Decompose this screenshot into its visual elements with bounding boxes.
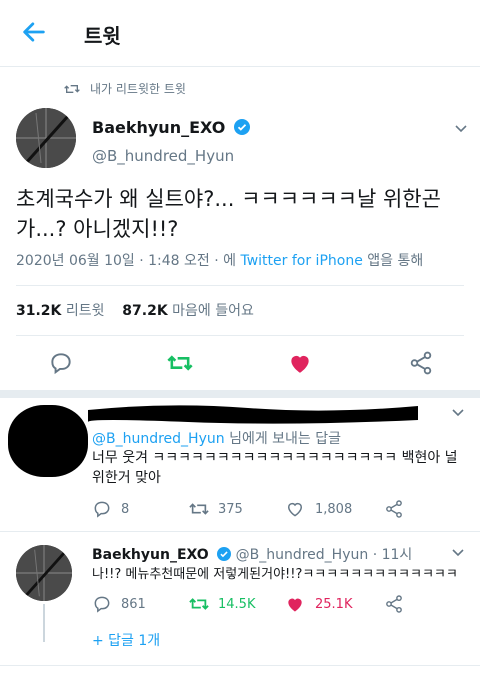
share-icon[interactable] [384, 499, 404, 519]
divider [0, 665, 480, 666]
retweet-count: 14.5K [218, 597, 256, 612]
reply-text: 너무 웃겨 ㅋㅋㅋㅋㅋㅋㅋㅋㅋㅋㅋㅋㅋㅋㅋㅋㅋㅋㅋ 백현아 널 위한거 맞아 [92, 450, 458, 486]
author-name: Baekhyun_EXO [92, 118, 226, 137]
retweet-icon[interactable] [166, 350, 194, 376]
heart-icon[interactable] [285, 594, 305, 614]
retweet-context[interactable]: 내가 리트윗한 트윗 [64, 80, 186, 97]
heart-icon[interactable] [287, 350, 313, 376]
reply-icon[interactable] [48, 350, 74, 376]
reply-count: 8 [121, 502, 130, 517]
heart-icon[interactable] [285, 499, 305, 519]
reply-to-handle[interactable]: @B_hundred_Hyun [92, 431, 225, 447]
likes-count: 87.2K [122, 303, 168, 319]
share-icon[interactable] [408, 350, 434, 376]
retweet-icon[interactable] [188, 594, 210, 614]
reply-author-row[interactable]: Baekhyun_EXO @B_hundred_Hyun · 11시 [92, 544, 412, 564]
tweet-text: 초계국수가 왜 실트야?... ㅋㅋㅋㅋㅋㅋ날 위한곤가...? 아니겠지!!? [16, 187, 441, 241]
chevron-down-icon[interactable] [450, 544, 466, 560]
share-icon[interactable] [384, 594, 404, 614]
reply-author-name: Baekhyun_EXO [92, 547, 209, 563]
reply-text: 나!!? 메뉴추천때문에 저렇게된거야!!?ㅋㅋㅋㅋㅋㅋㅋㅋㅋㅋㅋㅋㅋ [92, 567, 458, 582]
verified-badge-icon [234, 119, 251, 135]
reply-author-avatar[interactable] [16, 545, 72, 601]
retweet-icon [64, 84, 80, 93]
thread-line [43, 604, 45, 642]
reply-to-line: @B_hundred_Hyun 님에게 보내는 답글 [92, 428, 341, 448]
chevron-down-icon[interactable] [450, 404, 466, 420]
reply-count: 861 [121, 597, 146, 612]
like-count: 1,808 [315, 502, 353, 517]
reply-avatar[interactable] [8, 405, 88, 477]
reply-icon[interactable] [92, 594, 112, 614]
reply-to-suffix: 님에게 보내는 답글 [229, 431, 342, 447]
divider [16, 335, 464, 336]
divider [16, 285, 464, 286]
retweet-icon[interactable] [188, 499, 210, 519]
retweet-count: 375 [218, 502, 243, 517]
chevron-down-icon[interactable] [453, 120, 469, 136]
reply-icon[interactable] [92, 499, 112, 519]
retweets-label: 리트윗 [65, 303, 105, 319]
top-bar [0, 0, 480, 67]
tweet-stats[interactable]: 31.2K 리트윗 87.2K 마음에 들어요 [16, 300, 254, 320]
divider [0, 531, 480, 532]
tweet-source-suffix: 앱을 통해 [367, 253, 424, 269]
section-separator [0, 390, 480, 398]
likes-label: 마음에 들어요 [172, 303, 254, 319]
reply-time: · 11시 [372, 547, 413, 563]
back-arrow-icon[interactable] [20, 18, 48, 46]
author-name-row[interactable]: Baekhyun_EXO [92, 118, 251, 137]
verified-badge-icon [217, 547, 232, 561]
redaction-scribble [88, 405, 418, 424]
author-handle: @B_hundred_Hyun [92, 147, 235, 165]
show-more-replies-link[interactable]: + 답글 1개 [92, 630, 160, 650]
avatar-image [16, 108, 76, 168]
tweet-timestamp: 2020년 06월 10일 · 1:48 오전 · 에 [16, 253, 237, 269]
reply-author-handle: @B_hundred_Hyun [235, 547, 369, 563]
retweet-context-label: 내가 리트윗한 트윗 [90, 82, 186, 96]
avatar-image [16, 545, 72, 601]
tweet-meta: 2020년 06월 10일 · 1:48 오전 · 에 Twitter for … [16, 250, 423, 270]
tweet-source-link[interactable]: Twitter for iPhone [240, 253, 362, 269]
like-count: 25.1K [315, 597, 353, 612]
retweets-count: 31.2K [16, 303, 62, 319]
page-title: 트윗 [84, 24, 121, 48]
author-avatar[interactable] [16, 108, 76, 168]
